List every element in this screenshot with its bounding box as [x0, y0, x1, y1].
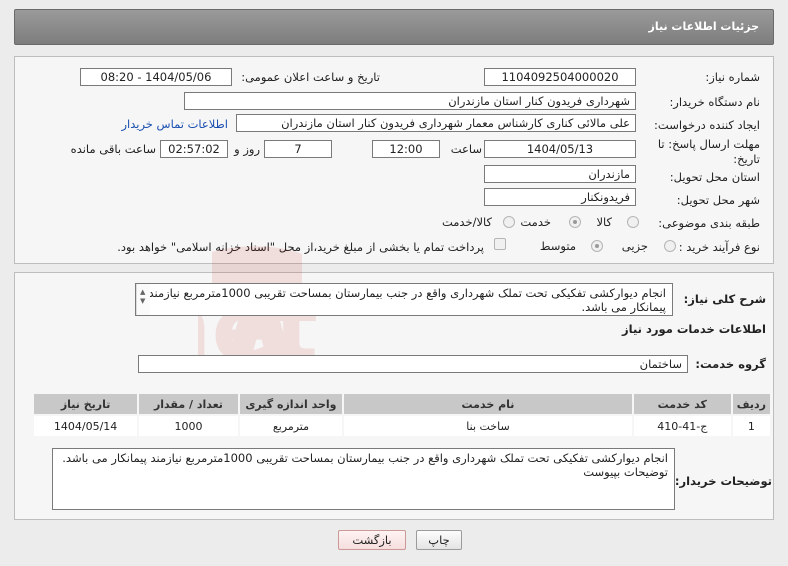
category-option-goods-service: کالا/خدمت [441, 215, 492, 229]
treasury-checkbox[interactable] [494, 238, 506, 250]
scroll-down-icon[interactable]: ▼ [140, 294, 145, 308]
city-label: شهر محل تحویل: [676, 193, 760, 207]
summary-scrollbar[interactable]: ▲ ▼ [136, 284, 150, 315]
days-field[interactable]: 7 [264, 140, 332, 158]
category-radio-goods[interactable] [627, 216, 639, 228]
need-number-field[interactable]: 1104092504000020 [484, 68, 636, 86]
need-info-panel [14, 56, 774, 264]
province-field[interactable]: مازندران [484, 165, 636, 183]
process-radio-minor[interactable] [664, 240, 676, 252]
process-label: نوع فرآیند خرید : [678, 240, 760, 254]
city-field[interactable]: فریدونکنار [484, 188, 636, 206]
category-radio-goods-service[interactable] [503, 216, 515, 228]
table-header-row: ردیف کد خدمت نام خدمت واحد اندازه گیری ت… [31, 392, 773, 416]
buyer-notes-line-2: توضیحات بپیوست [583, 465, 668, 479]
remaining-time-field[interactable]: 02:57:02 [160, 140, 228, 158]
buyer-notes-line-1: انجام دیوارکشی تفکیکی تحت تملک شهرداری و… [62, 451, 668, 465]
need-number-label: شماره نیاز: [705, 70, 760, 84]
process-radio-medium[interactable] [591, 240, 603, 252]
summary-text: انجام دیوارکشی تفکیکی تحت تملک شهرداری و… [148, 286, 666, 314]
col-qty: تعداد / مقدار [137, 392, 240, 416]
days-label: روز و [234, 142, 260, 156]
category-option-service: خدمت [520, 215, 551, 229]
buyer-notes-label: توضیحات خریدار: [674, 474, 772, 488]
col-row: ردیف [730, 392, 773, 416]
services-table: ردیف کد خدمت نام خدمت واحد اندازه گیری ت… [31, 392, 773, 438]
creator-label: ایجاد کننده درخواست: [654, 118, 760, 132]
header-bar: جزئیات اطلاعات نیاز [14, 9, 774, 45]
cell-date: 1404/05/14 [31, 414, 140, 438]
buyer-notes-textarea[interactable]: انجام دیوارکشی تفکیکی تحت تملک شهرداری و… [52, 448, 675, 510]
deadline-date-field[interactable]: 1404/05/13 [484, 140, 636, 158]
cell-name: ساخت بنا [342, 414, 634, 438]
cell-qty: 1000 [137, 414, 240, 438]
province-label: استان محل تحویل: [669, 170, 760, 184]
buyer-org-label: نام دستگاه خریدار: [669, 95, 760, 109]
buyer-org-field[interactable]: شهرداری فریدون کنار استان مازندران [184, 92, 636, 110]
deadline-time-field[interactable]: 12:00 [372, 140, 440, 158]
category-radio-service[interactable] [569, 216, 581, 228]
page-title: جزئیات اطلاعات نیاز [648, 20, 760, 33]
col-date: تاریخ نیاز [31, 392, 140, 416]
category-label: طبقه بندی موضوعی: [658, 216, 760, 230]
announce-field[interactable]: 1404/05/06 - 08:20 [80, 68, 232, 86]
buyer-contact-link[interactable]: اطلاعات تماس خریدار [121, 117, 228, 131]
creator-field[interactable]: علی مالائی کناری کارشناس معمار شهرداری ف… [236, 114, 636, 132]
service-group-field[interactable]: ساختمان [138, 355, 688, 373]
service-group-label: گروه خدمت: [695, 357, 766, 371]
col-unit: واحد اندازه گیری [237, 392, 345, 416]
remaining-label: ساعت باقی مانده [70, 142, 156, 156]
cell-row: 1 [730, 414, 773, 438]
deadline-label: مهلت ارسال پاسخ: تا [657, 137, 760, 151]
summary-textarea[interactable]: انجام دیوارکشی تفکیکی تحت تملک شهرداری و… [135, 283, 673, 316]
table-row: 1 ج-41-410 ساخت بنا مترمربع 1000 1404/05… [31, 414, 773, 438]
print-button[interactable]: چاپ [416, 530, 462, 550]
payment-note: پرداخت تمام یا بخشی از مبلغ خرید،از محل … [117, 240, 484, 254]
back-button[interactable]: بازگشت [338, 530, 406, 550]
process-option-minor: جزیی [621, 239, 648, 253]
cell-code: ج-41-410 [631, 414, 733, 438]
process-option-medium: متوسط [539, 239, 576, 253]
col-code: کد خدمت [631, 392, 733, 416]
announce-label: تاریخ و ساعت اعلان عمومی: [241, 70, 380, 84]
col-name: نام خدمت [342, 392, 634, 416]
summary-label: شرح کلی نیاز: [683, 292, 766, 306]
deadline-label-date: تاریخ: [733, 152, 760, 166]
category-option-goods: کالا [596, 215, 612, 229]
services-section-title: اطلاعات خدمات مورد نیاز [622, 322, 766, 336]
cell-unit: مترمربع [237, 414, 345, 438]
deadline-time-label: ساعت [450, 142, 482, 156]
